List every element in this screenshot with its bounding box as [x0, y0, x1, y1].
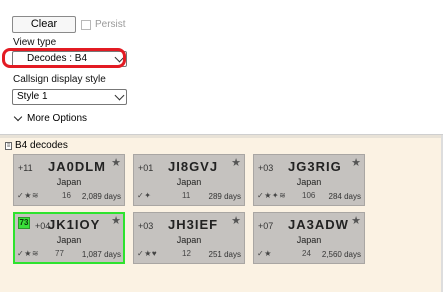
status-icons: ✓★≋	[17, 191, 40, 200]
days-since: 284 days	[328, 192, 361, 201]
snr-value: +03	[138, 221, 154, 231]
days-since: 2,089 days	[81, 192, 121, 201]
panel-icon: ≡	[5, 141, 12, 150]
decode-card-selected[interactable]: 73 +04 JK1IOY ★ Japan ✓★≋ 77 1,087 days	[13, 212, 125, 264]
chevron-down-icon	[13, 112, 23, 122]
status-icons: ✓★≋	[17, 249, 40, 258]
country: Japan	[176, 177, 202, 187]
decode-card[interactable]: +03 JG3RIG ★ Japan ✓★✦≋ 106 284 days	[253, 154, 365, 206]
callsign: JH3IEF	[168, 217, 219, 232]
callsign: JG3RIG	[288, 159, 342, 174]
star-icon[interactable]: ★	[231, 156, 241, 169]
country: Japan	[176, 235, 202, 245]
options-panel: Clear Persist View type Decodes : B4 Cal…	[6, 10, 128, 134]
snr-value: +01	[138, 163, 154, 173]
star-icon[interactable]: ★	[351, 156, 361, 169]
country: Japan	[296, 235, 322, 245]
clear-button[interactable]: Clear	[12, 16, 76, 33]
splitter[interactable]	[0, 135, 443, 138]
qso-count: 16	[62, 191, 71, 200]
slot-badge: 73	[18, 217, 30, 229]
decodes-area: ≡ B4 decodes +11 JA0DLM ★ Japan ✓★≋ 16 2…	[0, 134, 443, 292]
highlight-annotation	[2, 48, 126, 68]
callsign-style-select[interactable]: Style 1	[12, 89, 127, 105]
days-since: 1,087 days	[81, 250, 121, 259]
status-icons: ✓✦	[137, 191, 152, 200]
qso-count: 11	[182, 191, 191, 200]
status-icons: ✓★♥	[137, 249, 158, 258]
chevron-down-icon	[114, 90, 125, 101]
callsign-style-value: Style 1	[17, 91, 48, 102]
persist-checkbox[interactable]	[81, 19, 91, 30]
status-icons: ✓★	[257, 249, 272, 258]
days-since: 251 days	[208, 250, 241, 259]
decodes-header: ≡ B4 decodes	[5, 140, 68, 151]
country: Japan	[56, 235, 82, 245]
star-icon[interactable]: ★	[231, 214, 241, 227]
qso-count: 77	[55, 249, 64, 258]
more-options-label: More Options	[27, 113, 88, 124]
country: Japan	[296, 177, 322, 187]
persist-toggle[interactable]: Persist	[81, 19, 126, 30]
decode-card[interactable]: +03 JH3IEF ★ Japan ✓★♥ 12 251 days	[133, 212, 245, 264]
decode-card[interactable]: +11 JA0DLM ★ Japan ✓★≋ 16 2,089 days	[13, 154, 125, 206]
snr-value: +03	[258, 163, 274, 173]
decode-card[interactable]: +01 JI8GVJ ★ Japan ✓✦ 11 289 days	[133, 154, 245, 206]
star-icon[interactable]: ★	[111, 214, 121, 227]
qso-count: 106	[302, 191, 316, 200]
callsign: JA0DLM	[48, 159, 107, 174]
callsign: JA3ADW	[288, 217, 349, 232]
callsign-style-label: Callsign display style	[13, 74, 106, 85]
decode-card[interactable]: +07 JA3ADW ★ Japan ✓★ 24 2,560 days	[253, 212, 365, 264]
snr-value: +11	[18, 163, 33, 173]
callsign: JK1IOY	[48, 217, 101, 232]
more-options-toggle[interactable]: More Options	[13, 112, 88, 124]
country: Japan	[56, 177, 82, 187]
star-icon[interactable]: ★	[351, 214, 361, 227]
star-icon[interactable]: ★	[111, 156, 121, 169]
qso-count: 12	[182, 249, 191, 258]
callsign: JI8GVJ	[168, 159, 219, 174]
status-icons: ✓★✦≋	[257, 191, 287, 200]
qso-count: 24	[302, 249, 311, 258]
days-since: 2,560 days	[321, 250, 361, 259]
view-type-label: View type	[13, 37, 57, 48]
persist-label: Persist	[95, 19, 126, 30]
snr-value: +07	[258, 221, 274, 231]
days-since: 289 days	[208, 192, 241, 201]
decodes-title: B4 decodes	[15, 140, 68, 151]
